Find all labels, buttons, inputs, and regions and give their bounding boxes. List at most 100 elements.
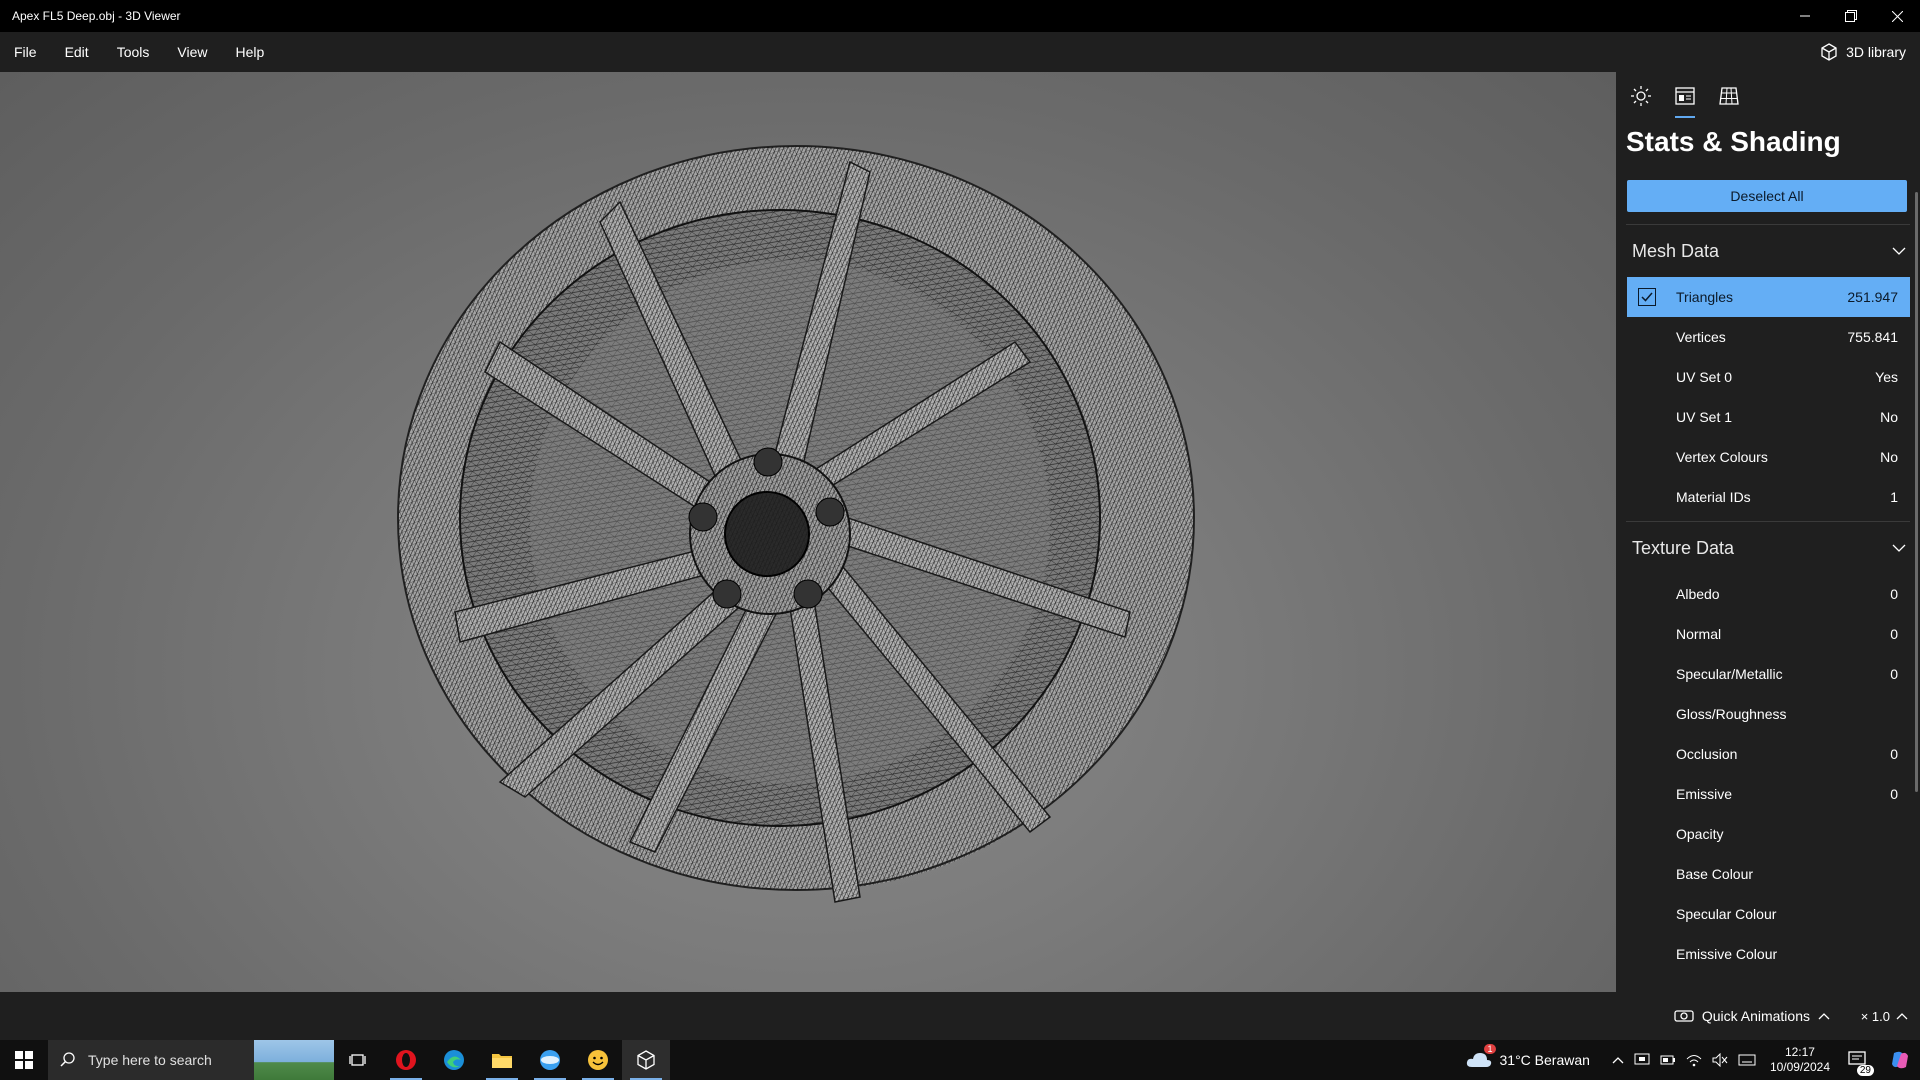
row-label: Opacity — [1676, 826, 1724, 842]
battery-icon[interactable] — [1660, 1053, 1676, 1067]
texture-row-opacity[interactable]: Opacity — [1627, 814, 1910, 854]
notification-center-button[interactable]: 29 — [1848, 1050, 1874, 1076]
weather-alert-badge: 1 — [1484, 1043, 1496, 1054]
mesh-data-title: Mesh Data — [1632, 240, 1720, 261]
tab-grid[interactable] — [1714, 86, 1744, 118]
windows-icon — [15, 1051, 33, 1069]
texture-row-emissive-colour[interactable]: Emissive Colour — [1627, 934, 1910, 974]
row-label: Specular Colour — [1676, 906, 1777, 922]
weather-icon-wrap: 1 — [1466, 1043, 1496, 1071]
keyboard-icon[interactable] — [1738, 1053, 1756, 1067]
wifi-icon[interactable] — [1686, 1053, 1702, 1067]
panel-scrollbar[interactable] — [1915, 192, 1918, 792]
mesh-row-vertex-colours[interactable]: Vertex Colours No — [1627, 437, 1910, 477]
texture-row-occlusion[interactable]: Occlusion 0 — [1627, 734, 1910, 774]
taskbar-edge[interactable] — [430, 1040, 478, 1080]
menu-bar: File Edit Tools View Help 3D library — [0, 32, 1920, 72]
texture-row-gloss-roughness[interactable]: Gloss/Roughness — [1627, 694, 1910, 734]
texture-row-emissive[interactable]: Emissive 0 — [1627, 774, 1910, 814]
speaker-muted-icon[interactable] — [1712, 1053, 1728, 1067]
menu-help[interactable]: Help — [221, 32, 278, 72]
edge-icon — [444, 1050, 464, 1070]
search-highlight-image — [254, 1040, 334, 1080]
texture-row-specular-metallic[interactable]: Specular/Metallic 0 — [1627, 654, 1910, 694]
taskbar-search-box[interactable]: Type here to search — [48, 1040, 334, 1080]
row-value: 251.947 — [1847, 289, 1898, 305]
texture-row-normal[interactable]: Normal 0 — [1627, 614, 1910, 654]
texture-row-albedo[interactable]: Albedo 0 — [1627, 574, 1910, 614]
mesh-row-triangles[interactable]: Triangles 251.947 — [1627, 277, 1910, 317]
chevron-up-icon — [1818, 1013, 1830, 1020]
row-label: Emissive — [1676, 786, 1733, 802]
3d-library-button[interactable]: 3D library — [1820, 32, 1906, 72]
sun-icon — [1631, 86, 1651, 106]
3d-viewer-icon — [637, 1050, 655, 1070]
deselect-all-button[interactable]: Deselect All — [1627, 180, 1907, 212]
row-label: Base Colour — [1676, 866, 1754, 882]
speed-value: × 1.0 — [1860, 1008, 1890, 1024]
mesh-row-vertices[interactable]: Vertices 755.841 — [1627, 317, 1910, 357]
checkmark-icon — [1641, 292, 1653, 302]
tab-stats[interactable] — [1670, 86, 1700, 118]
quick-animations-button[interactable]: Quick Animations — [1674, 992, 1830, 1040]
search-icon — [60, 1052, 75, 1067]
device-icon[interactable] — [1634, 1053, 1650, 1067]
menu-file[interactable]: File — [0, 32, 51, 72]
app-icon — [540, 1050, 560, 1070]
row-label: Albedo — [1676, 586, 1720, 602]
weather-widget[interactable]: 1 31°C Berawan — [1466, 1043, 1590, 1071]
minimize-button[interactable] — [1782, 0, 1828, 32]
taskbar-3d-viewer[interactable] — [622, 1040, 670, 1080]
task-view-icon — [349, 1054, 366, 1066]
row-value: 0 — [1890, 746, 1898, 762]
quick-animations-label: Quick Animations — [1701, 1008, 1810, 1024]
taskbar-app[interactable] — [526, 1040, 574, 1080]
texture-row-base-colour[interactable]: Base Colour — [1627, 854, 1910, 894]
row-label: UV Set 0 — [1676, 369, 1733, 385]
menu-edit[interactable]: Edit — [51, 32, 103, 72]
checkbox-triangles[interactable] — [1638, 288, 1656, 306]
menu-view[interactable]: View — [163, 32, 221, 72]
menu-tools[interactable]: Tools — [103, 32, 164, 72]
mesh-row-uv-set-0[interactable]: UV Set 0 Yes — [1627, 357, 1910, 397]
clock[interactable]: 12:17 10/09/2024 — [1770, 1045, 1830, 1075]
texture-row-specular-colour[interactable]: Specular Colour — [1627, 894, 1910, 934]
chevron-down-icon — [1892, 544, 1906, 552]
texture-data-header[interactable]: Texture Data — [1616, 522, 1920, 574]
start-button[interactable] — [0, 1040, 48, 1080]
mesh-row-material-ids[interactable]: Material IDs 1 — [1627, 477, 1910, 517]
chevron-up-icon[interactable] — [1612, 1056, 1624, 1064]
mesh-data-header[interactable]: Mesh Data — [1616, 225, 1920, 277]
close-button[interactable] — [1874, 0, 1920, 32]
panel-tabs — [1616, 72, 1920, 122]
clock-date: 10/09/2024 — [1769, 1060, 1830, 1074]
minimize-icon — [1800, 15, 1810, 17]
close-icon — [1891, 10, 1903, 22]
row-label: Material IDs — [1676, 489, 1751, 505]
restore-button[interactable] — [1828, 0, 1874, 32]
taskbar-file-explorer[interactable] — [478, 1040, 526, 1080]
emoji-app-icon — [588, 1050, 608, 1070]
row-value: 0 — [1890, 626, 1898, 642]
row-value: 755.841 — [1847, 329, 1898, 345]
file-explorer-icon — [492, 1054, 512, 1068]
taskbar-emoji-app[interactable] — [574, 1040, 622, 1080]
taskbar-opera[interactable] — [382, 1040, 430, 1080]
3d-viewport[interactable] — [0, 72, 1616, 992]
panel-title: Stats & Shading — [1626, 126, 1841, 157]
task-view-button[interactable] — [334, 1040, 382, 1080]
stats-icon — [1675, 87, 1695, 105]
restore-icon — [1845, 10, 1857, 22]
cube-icon — [1821, 43, 1837, 61]
row-value: No — [1880, 449, 1898, 465]
row-label: Vertices — [1676, 329, 1726, 345]
taskbar: Type here to search 1 31°C Berawan 12:17… — [0, 1040, 1920, 1080]
mesh-row-uv-set-1[interactable]: UV Set 1 No — [1627, 397, 1910, 437]
copilot-button[interactable] — [1880, 1040, 1920, 1080]
speed-selector[interactable]: × 1.0 — [1861, 992, 1908, 1040]
weather-text: 31°C Berawan — [1499, 1052, 1590, 1068]
copilot-icon — [1892, 1051, 1908, 1069]
tab-lighting[interactable] — [1626, 86, 1656, 118]
row-label: Emissive Colour — [1676, 946, 1778, 962]
wheel-wireframe-model — [397, 145, 1195, 903]
